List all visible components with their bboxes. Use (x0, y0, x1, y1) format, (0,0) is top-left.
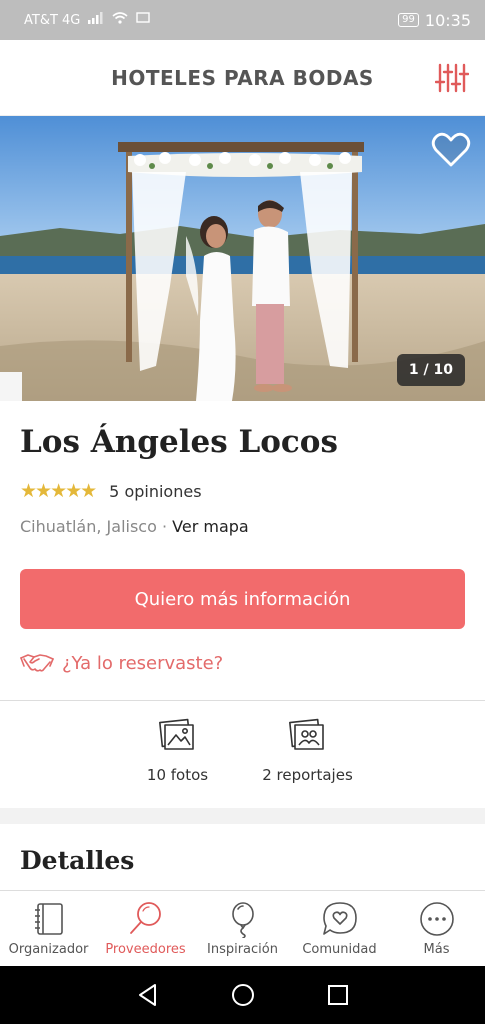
screen-icon (136, 12, 151, 28)
reviews-count: 5 opiniones (109, 481, 202, 501)
star-rating: ★★★★★ (20, 480, 97, 502)
favorite-button[interactable] (431, 132, 471, 168)
hero-photo[interactable]: 1 / 10 (0, 116, 485, 401)
balloon-icon (231, 902, 254, 938)
section-gap (0, 808, 485, 824)
nav-label: Comunidad (302, 942, 377, 957)
status-bar: AT&T 4G 99 10:35 (0, 0, 485, 40)
recents-icon[interactable] (325, 982, 351, 1008)
nav-label: Inspiración (207, 942, 278, 957)
photos-count: 10 fotos (146, 766, 209, 784)
battery-icon: 99 (398, 13, 419, 27)
nav-mas[interactable]: Más (388, 891, 485, 966)
details-heading: Detalles (20, 846, 135, 875)
sliders-icon (434, 63, 470, 93)
carrier-label: AT&T 4G (24, 12, 81, 28)
planner-book-icon (34, 903, 63, 935)
photo-album-icon (288, 718, 324, 750)
divider (0, 700, 485, 701)
page-title: HOTELES PARA BODAS (111, 65, 374, 90)
chat-heart-icon (322, 902, 357, 935)
handshake-icon (20, 654, 54, 672)
nav-inspiracion[interactable]: Inspiración (194, 891, 291, 966)
system-nav-bar (0, 966, 485, 1024)
home-icon[interactable] (230, 982, 256, 1008)
reports-link[interactable]: 2 reportajes (258, 716, 358, 806)
request-info-button[interactable]: Quiero más información (20, 569, 465, 629)
reports-count: 2 reportajes (262, 766, 353, 784)
bottom-nav: Organizador Proveedores Inspiración Comu… (0, 890, 485, 966)
signal-icon (88, 12, 104, 28)
app-header: HOTELES PARA BODAS (0, 40, 485, 116)
venue-city: Cihuatlán, Jalisco (20, 517, 157, 536)
nav-label: Organizador (8, 942, 89, 957)
photo-counter: 1 / 10 (396, 354, 465, 386)
filter-button[interactable] (434, 62, 470, 94)
rating-row[interactable]: ★★★★★ 5 opiniones (20, 480, 202, 502)
magnifier-icon (129, 902, 161, 934)
nav-organizador[interactable]: Organizador (0, 891, 97, 966)
media-summary: 10 fotos 2 reportajes (0, 716, 485, 806)
photo-icon (158, 718, 194, 750)
booked-link[interactable]: ¿Ya lo reservaste? (20, 650, 223, 676)
view-map-link[interactable]: Ver mapa (172, 517, 249, 536)
venue-name: Los Ángeles Locos (20, 424, 338, 460)
back-icon[interactable] (135, 982, 161, 1008)
status-time: 10:35 (424, 10, 471, 30)
location-row: Cihuatlán, Jalisco · Ver mapa (20, 517, 249, 536)
heart-outline-icon (431, 132, 471, 167)
nav-comunidad[interactable]: Comunidad (291, 891, 388, 966)
more-dots-icon (419, 902, 454, 936)
nav-label: Proveedores (105, 942, 186, 957)
wifi-icon (112, 12, 128, 28)
nav-proveedores[interactable]: Proveedores (97, 891, 194, 966)
photos-link[interactable]: 10 fotos (128, 716, 228, 806)
booked-label: ¿Ya lo reservaste? (62, 652, 224, 674)
location-separator: · (161, 517, 168, 536)
nav-label: Más (423, 942, 450, 957)
